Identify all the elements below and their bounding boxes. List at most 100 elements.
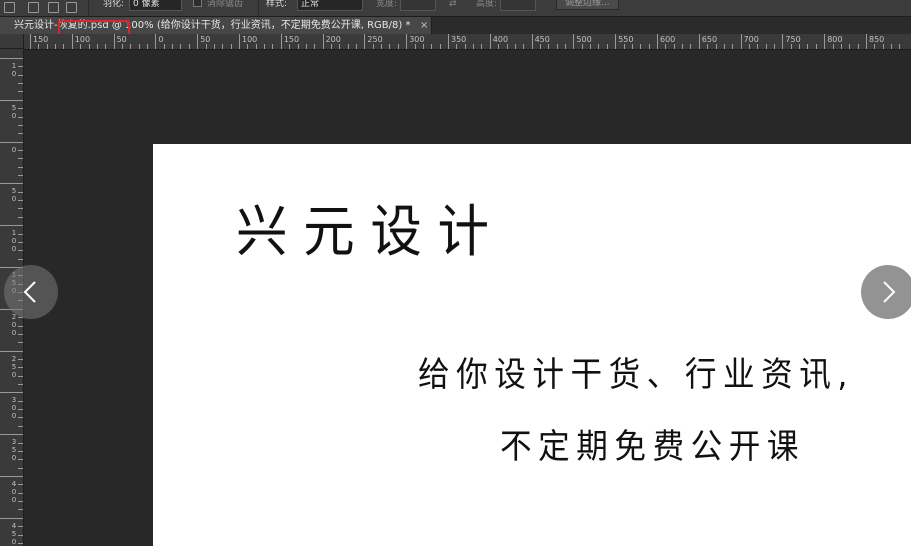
ruler-minor-tick — [347, 44, 349, 49]
ruler-label: 300 — [409, 35, 425, 44]
swap-icon[interactable]: ⇄ — [449, 0, 457, 12]
ruler-minor-tick — [514, 44, 516, 49]
ruler-major-tick — [657, 34, 658, 49]
ruler-label: 100 — [242, 35, 258, 44]
chevron-left-icon — [23, 281, 36, 303]
ruler-minor-tick — [18, 133, 23, 135]
ruler-minor-tick — [581, 44, 583, 49]
ruler-minor-tick — [832, 44, 834, 49]
ruler-major-tick — [615, 34, 617, 49]
ruler-minor-tick — [18, 534, 23, 536]
ruler-minor-tick — [230, 44, 232, 49]
ruler-minor-tick — [556, 44, 558, 49]
ruler-label: 1 0 0 — [11, 229, 17, 254]
new-selection-icon[interactable] — [4, 2, 15, 13]
ruler-label: 50 — [200, 35, 211, 44]
horizontal-ruler[interactable]: 150 100 50 0 50 100 150 200 250 300 350 400 450 500 55… — [24, 34, 911, 50]
ruler-minor-tick — [874, 44, 876, 49]
ruler-major-tick — [866, 34, 867, 49]
ruler-minor-tick — [138, 44, 140, 49]
ruler-minor-tick — [891, 44, 893, 49]
ruler-minor-tick — [247, 44, 249, 49]
ruler-major-tick — [448, 34, 449, 49]
ruler-major-tick — [30, 34, 31, 49]
ruler-minor-tick — [18, 484, 23, 486]
ruler-minor-tick — [748, 44, 750, 49]
height-input[interactable] — [500, 0, 536, 11]
ruler-major-tick — [239, 34, 240, 49]
ruler-minor-tick — [381, 44, 383, 49]
ruler-minor-tick — [18, 501, 23, 503]
ruler-minor-tick — [606, 44, 608, 49]
ruler-minor-tick — [305, 44, 307, 49]
canvas-tagline-line1[interactable]: 给你设计干货、行业资讯, — [418, 352, 854, 398]
ruler-major-tick — [0, 183, 23, 185]
add-to-selection-icon[interactable] — [28, 2, 39, 13]
ruler-minor-tick — [640, 44, 642, 49]
close-icon[interactable]: × — [420, 17, 428, 34]
ruler-minor-tick — [18, 200, 23, 202]
ruler-minor-tick — [18, 384, 23, 386]
ruler-label: 5 0 — [11, 103, 17, 120]
ruler-label: 400 — [492, 35, 509, 44]
ruler-label: 4 5 0 — [11, 521, 17, 546]
antialias-label: 消除锯齿 — [207, 0, 244, 9]
ruler-major-tick — [113, 34, 115, 49]
ruler-label: 1 0 — [11, 62, 17, 78]
ruler-minor-tick — [673, 44, 675, 49]
feather-input[interactable]: 0 像素 — [129, 0, 182, 11]
ruler-minor-tick — [464, 44, 466, 49]
ruler-minor-tick — [397, 44, 399, 49]
ruler-minor-tick — [899, 44, 901, 49]
ruler-minor-tick — [180, 44, 182, 49]
ruler-label: 350 — [451, 35, 467, 44]
ruler-minor-tick — [105, 44, 107, 49]
ruler-minor-tick — [297, 44, 299, 49]
ruler-label: 600 — [660, 35, 676, 44]
ruler-minor-tick — [598, 44, 600, 49]
document-tab-title: 兴元设计-恢复的.psd @ 100% (给你设计干货，行业资讯，不定期免费公开… — [14, 20, 411, 31]
ruler-minor-tick — [18, 74, 23, 76]
ruler-minor-tick — [623, 44, 625, 49]
ruler-minor-tick — [18, 175, 23, 177]
ruler-minor-tick — [498, 44, 500, 49]
ruler-minor-tick — [356, 44, 358, 49]
ruler-major-tick — [489, 34, 491, 49]
refine-edge-button[interactable]: 调整边缘... — [556, 0, 619, 10]
ruler-minor-tick — [18, 216, 23, 218]
ruler-label: 50 — [116, 35, 127, 44]
carousel-next-button[interactable] — [861, 265, 911, 319]
ruler-minor-tick — [473, 44, 475, 49]
ruler-label: 5 0 — [11, 187, 17, 204]
ruler-minor-tick — [46, 44, 48, 49]
ruler-minor-tick — [18, 208, 23, 210]
ruler-minor-tick — [481, 44, 483, 49]
canvas-heading-text[interactable]: 兴元设计 — [236, 198, 505, 268]
ruler-minor-tick — [18, 191, 23, 193]
antialias-checkbox[interactable] — [193, 0, 202, 7]
ruler-minor-tick — [172, 44, 174, 49]
ruler-minor-tick — [765, 44, 767, 49]
ruler-major-tick — [0, 392, 23, 394]
ruler-minor-tick — [840, 44, 842, 49]
ruler-minor-tick — [147, 44, 149, 49]
intersect-selection-icon[interactable] — [66, 2, 77, 13]
canvas-tagline-line2[interactable]: 不定期免费公开课 — [500, 424, 805, 470]
style-select[interactable]: 正常 — [297, 0, 363, 11]
ruler-label: 100 — [74, 35, 91, 44]
ruler-major-tick — [0, 476, 23, 477]
width-input[interactable] — [400, 0, 436, 11]
ruler-origin[interactable] — [0, 34, 24, 49]
ruler-label: 0 — [11, 145, 17, 154]
ruler-minor-tick — [18, 149, 23, 151]
subtract-from-selection-icon[interactable] — [48, 2, 59, 13]
ruler-minor-tick — [18, 233, 23, 235]
ruler-label: 550 — [618, 35, 634, 44]
ruler-minor-tick — [18, 241, 23, 243]
ruler-minor-tick — [18, 333, 23, 335]
carousel-prev-button[interactable] — [4, 265, 58, 319]
document-tab[interactable]: 兴元设计-恢复的.psd @ 100% (给你设计干货，行业资讯，不定期免费公开… — [0, 17, 432, 34]
ruler-minor-tick — [732, 44, 734, 49]
ruler-major-tick — [0, 58, 23, 59]
ruler-major-tick — [531, 34, 533, 49]
